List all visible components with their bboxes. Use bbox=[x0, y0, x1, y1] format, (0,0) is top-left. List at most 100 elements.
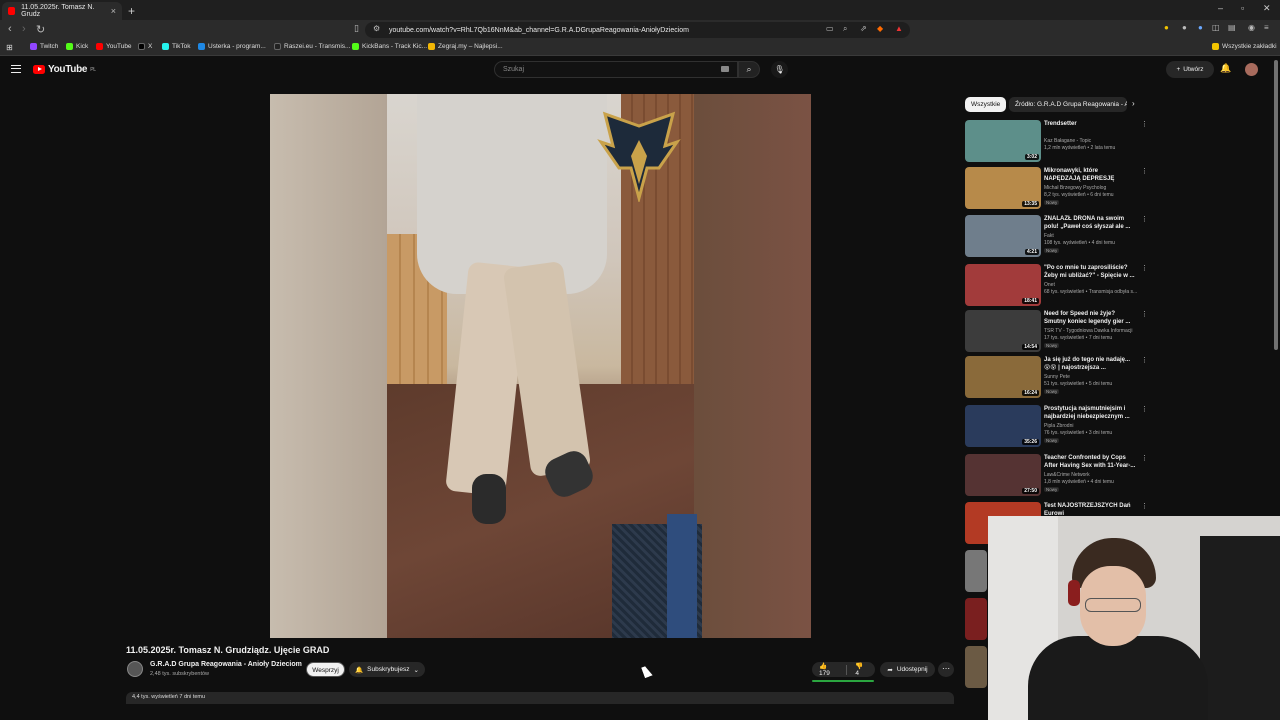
close-tab-icon[interactable]: × bbox=[111, 6, 116, 16]
bookmark-tiktok[interactable]: TikTok bbox=[162, 43, 191, 50]
video-player[interactable] bbox=[270, 94, 811, 638]
new-tab-icon[interactable]: + bbox=[128, 4, 135, 18]
video-thumbnail[interactable] bbox=[965, 646, 987, 688]
recommended-channel[interactable]: Pipla Zbrodni bbox=[1044, 423, 1142, 429]
recommended-channel[interactable]: Sunny Pete bbox=[1044, 374, 1142, 380]
more-vertical-icon[interactable]: ⋮ bbox=[1141, 264, 1148, 272]
recommended-video[interactable]: 13:35 Mikronawyki, które NAPĘDZAJĄ DEPRE… bbox=[965, 167, 1148, 211]
video-thumbnail[interactable]: 35:26 bbox=[965, 405, 1041, 447]
search-input[interactable]: Szukaj bbox=[494, 61, 738, 78]
zoom-icon[interactable]: ⌕ bbox=[843, 24, 847, 34]
recommended-video[interactable]: 3:02 Trendsetter Kaz Bałagane - Topic 1,… bbox=[965, 120, 1148, 164]
share-button[interactable]: ➦ Udostępnij bbox=[880, 662, 935, 677]
video-thumbnail[interactable] bbox=[965, 550, 987, 592]
search-button[interactable]: ⌕ bbox=[738, 61, 760, 78]
more-vertical-icon[interactable]: ⋮ bbox=[1141, 405, 1148, 413]
recommended-video[interactable]: 18:41 "Po co mnie tu zaprosiliście? Żeby… bbox=[965, 264, 1148, 308]
recommended-video[interactable]: 14:54 Need for Speed nie żyje? Smutny ko… bbox=[965, 310, 1148, 354]
site-info-icon[interactable]: ⚙ bbox=[373, 24, 380, 33]
video-thumbnail[interactable] bbox=[965, 598, 987, 640]
menu-icon[interactable]: ≡ bbox=[1264, 23, 1269, 32]
keyboard-icon[interactable] bbox=[721, 66, 729, 72]
rewards-icon[interactable]: ▲ bbox=[895, 24, 903, 33]
browser-tab[interactable]: 11.05.2025r. Tomasz N. Grudz × bbox=[2, 2, 122, 20]
more-vertical-icon[interactable]: ⋮ bbox=[1141, 502, 1148, 510]
recommended-title[interactable]: "Po co mnie tu zaprosiliście? Żeby mi ub… bbox=[1044, 264, 1136, 280]
recommended-title[interactable]: Prostytucja najsmutniejsim i najbardziej… bbox=[1044, 405, 1136, 421]
description-box[interactable]: 4,4 tys. wyświetleń 7 dni temu bbox=[126, 692, 954, 704]
recommended-title[interactable]: Mikronawyki, które NAPĘDZAJĄ DEPRESJĘ bbox=[1044, 167, 1136, 183]
more-vertical-icon[interactable]: ⋮ bbox=[1141, 356, 1148, 364]
video-thumbnail[interactable]: 3:02 bbox=[965, 120, 1041, 162]
video-thumbnail[interactable]: 13:35 bbox=[965, 167, 1041, 209]
extension-icon[interactable]: ● bbox=[1164, 23, 1169, 32]
bookmark-icon[interactable]: ▯ bbox=[354, 23, 359, 34]
recommended-video[interactable]: 16:24 Ja się już do tego nie nadaję... 😵… bbox=[965, 356, 1148, 400]
share-page-icon[interactable]: ⇗ bbox=[860, 24, 867, 33]
chevron-right-icon[interactable]: › bbox=[1132, 99, 1135, 108]
like-button[interactable]: 👍 179 bbox=[819, 662, 838, 677]
recommended-title[interactable]: Ja się już do tego nie nadaję... 😵😵 | na… bbox=[1044, 356, 1136, 372]
window-close-icon[interactable]: ✕ bbox=[1263, 3, 1271, 14]
bookmark-x[interactable]: X bbox=[138, 43, 152, 50]
cast-icon[interactable]: ▭ bbox=[826, 24, 834, 33]
recommended-title[interactable]: Need for Speed nie żyje? Smutny koniec l… bbox=[1044, 310, 1136, 326]
bookmark-twitch[interactable]: Twitch bbox=[30, 43, 58, 50]
more-vertical-icon[interactable]: ⋮ bbox=[1141, 310, 1148, 318]
recommended-title[interactable]: ZNALAZŁ DRONA na swoim polu! „Paweł coś … bbox=[1044, 215, 1136, 231]
maximize-icon[interactable]: ▫ bbox=[1241, 3, 1244, 13]
recommended-video[interactable] bbox=[965, 598, 989, 642]
video-thumbnail[interactable]: 4:21 bbox=[965, 215, 1041, 257]
recommended-title[interactable]: Teacher Confronted by Cops After Having … bbox=[1044, 454, 1136, 470]
video-thumbnail[interactable]: 14:54 bbox=[965, 310, 1041, 352]
video-thumbnail[interactable]: 18:41 bbox=[965, 264, 1041, 306]
more-actions-button[interactable]: ⋯ bbox=[938, 662, 954, 677]
chip-source[interactable]: Źródło: G.R.A.D Grupa Reagowania - A bbox=[1009, 97, 1127, 112]
video-thumbnail[interactable]: 16:24 bbox=[965, 356, 1041, 398]
forward-icon[interactable]: › bbox=[22, 23, 26, 35]
recommended-channel[interactable]: TSR TV - Tygodniowa Dawka Informacji bbox=[1044, 328, 1142, 334]
recommended-video[interactable] bbox=[965, 550, 989, 594]
profile-icon[interactable]: ◉ bbox=[1248, 23, 1255, 32]
bookmark-kickbans[interactable]: KickBans - Track Kic... bbox=[352, 43, 427, 50]
bookmark-youtube[interactable]: YouTube bbox=[96, 43, 132, 50]
recommended-channel[interactable]: Fakt bbox=[1044, 233, 1142, 239]
bookmark-zegraj[interactable]: Zegraj.my – Najlepsi... bbox=[428, 43, 503, 50]
recommended-video[interactable] bbox=[965, 646, 989, 690]
account-avatar[interactable] bbox=[1245, 63, 1258, 76]
bookmark-kick[interactable]: Kick bbox=[66, 43, 88, 50]
channel-avatar[interactable] bbox=[127, 661, 143, 677]
recommended-channel[interactable]: Kaz Bałagane - Topic bbox=[1044, 138, 1142, 144]
voice-search-button[interactable]: 🎙 bbox=[771, 61, 788, 78]
youtube-logo[interactable]: YouTube PL bbox=[33, 64, 96, 75]
recommended-video[interactable]: 4:21 ZNALAZŁ DRONA na swoim polu! „Paweł… bbox=[965, 215, 1148, 259]
notifications-bell-icon[interactable]: 🔔 bbox=[1220, 63, 1231, 74]
apps-icon[interactable]: ⊞ bbox=[6, 43, 13, 52]
extension-icon[interactable]: ● bbox=[1182, 23, 1187, 32]
video-thumbnail[interactable]: 27:50 bbox=[965, 454, 1041, 496]
more-vertical-icon[interactable]: ⋮ bbox=[1141, 215, 1148, 223]
reload-icon[interactable]: ↻ bbox=[36, 23, 45, 36]
bookmark-raszei[interactable]: Raszei.eu - Transmis... bbox=[274, 43, 350, 50]
dislike-button[interactable]: 👎 4 bbox=[855, 662, 868, 677]
hamburger-menu-icon[interactable] bbox=[11, 65, 21, 73]
more-vertical-icon[interactable]: ⋮ bbox=[1141, 167, 1148, 175]
support-button[interactable]: Wesprzyj bbox=[306, 662, 345, 677]
recommended-channel[interactable]: Onet bbox=[1044, 282, 1142, 288]
recommended-video[interactable]: 27:50 Teacher Confronted by Cops After H… bbox=[965, 454, 1148, 498]
channel-name[interactable]: G.R.A.D Grupa Reagowania - Anioły Dzieci… bbox=[150, 661, 302, 668]
sidebar-icon[interactable]: ▤ bbox=[1228, 23, 1236, 32]
brave-shield-icon[interactable]: ◆ bbox=[877, 24, 883, 33]
extensions-puzzle-icon[interactable]: ◫ bbox=[1212, 23, 1220, 32]
recommended-title[interactable]: Trendsetter bbox=[1044, 120, 1136, 128]
back-icon[interactable]: ‹ bbox=[8, 23, 12, 35]
chip-all[interactable]: Wszystkie bbox=[965, 97, 1007, 112]
bookmark-usterka[interactable]: Usterka - program... bbox=[198, 43, 266, 50]
recommended-video[interactable]: 35:26 Prostytucja najsmutniejsim i najba… bbox=[965, 405, 1148, 449]
recommended-channel[interactable]: Law&Crime Network bbox=[1044, 472, 1142, 478]
subscribed-button[interactable]: 🔔 Subskrybujesz ⌄ bbox=[349, 662, 425, 677]
more-vertical-icon[interactable]: ⋮ bbox=[1141, 120, 1148, 128]
extension-icon[interactable]: ● bbox=[1198, 23, 1203, 32]
minimize-icon[interactable]: – bbox=[1218, 3, 1223, 13]
page-scrollbar[interactable] bbox=[1274, 60, 1278, 350]
